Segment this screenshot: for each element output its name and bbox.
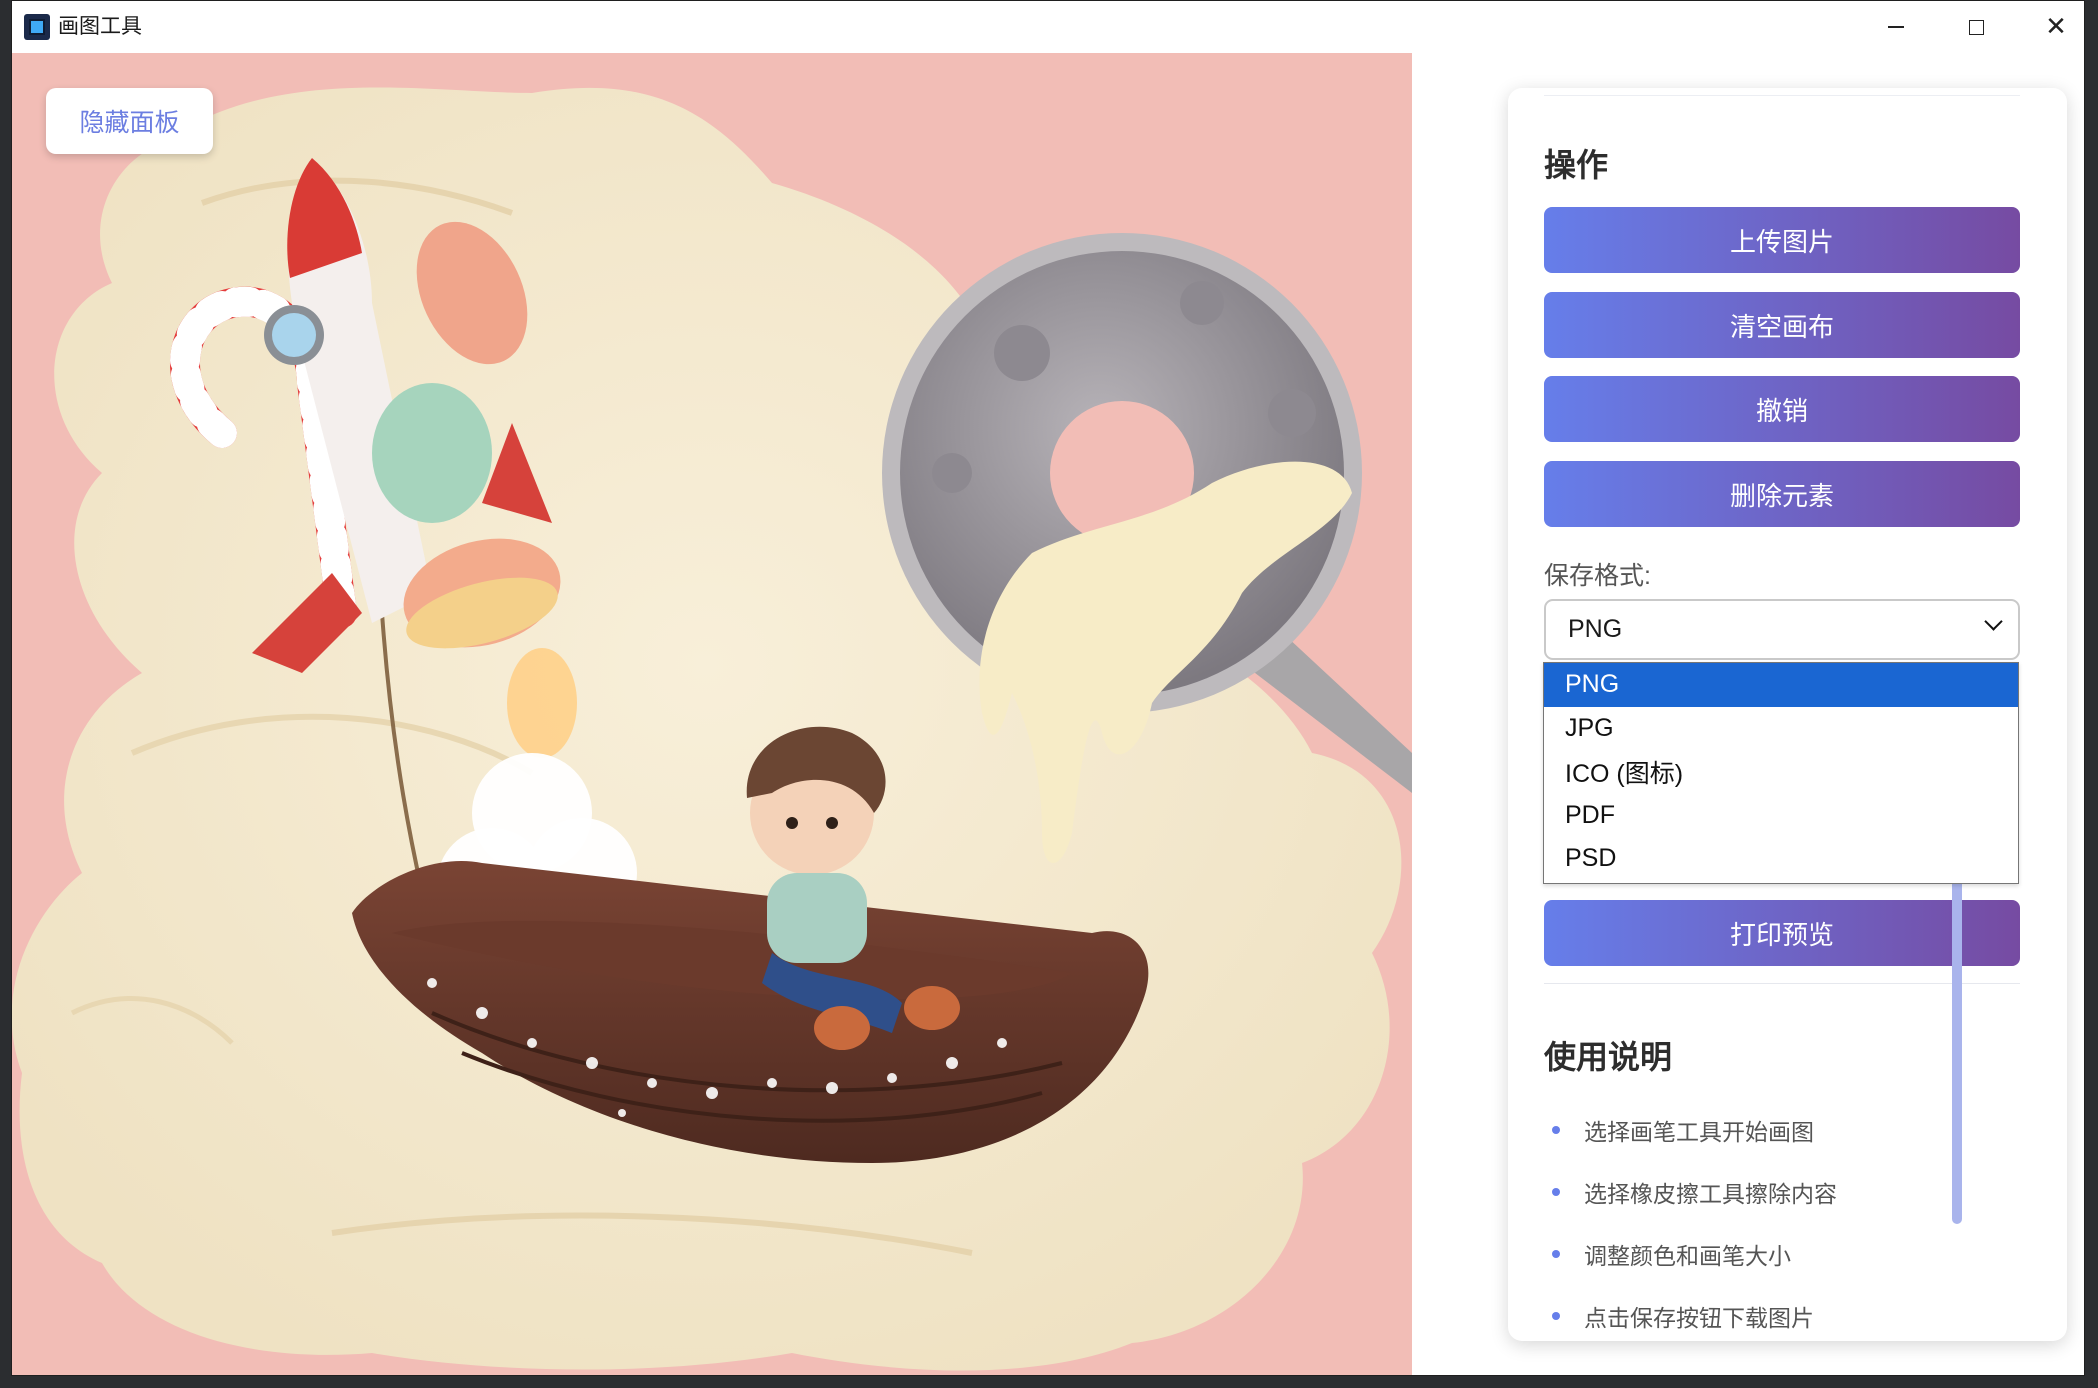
minimize-button[interactable] [1856, 1, 1936, 53]
help-item: 点击保存按钮下载图片 [1544, 1300, 1814, 1332]
help-item-text: 点击保存按钮下载图片 [1584, 1305, 1814, 1331]
close-button[interactable]: ✕ [2016, 1, 2084, 53]
format-option-png[interactable]: PNG [1544, 663, 2018, 707]
background-editor-right [2085, 0, 2098, 1388]
app-window: 画图工具 ✕ 隐藏面板 操作 上传图片 清空画布 撤销 删除元素 保存格式: P… [11, 0, 2085, 1376]
close-icon: ✕ [2045, 12, 2067, 42]
minimize-icon [1888, 26, 1904, 28]
help-item-text: 选择橡皮擦工具擦除内容 [1584, 1181, 1837, 1207]
delete-element-button[interactable]: 删除元素 [1544, 461, 2020, 527]
maximize-icon [1968, 19, 1984, 35]
bullet-icon [1552, 1312, 1560, 1320]
clear-canvas-button[interactable]: 清空画布 [1544, 292, 2020, 358]
upload-image-button[interactable]: 上传图片 [1544, 207, 2020, 273]
canvas-image [12, 53, 1412, 1375]
panel-top-divider [1544, 95, 2020, 96]
format-option-jpg[interactable]: JPG [1544, 707, 2018, 751]
format-option-ico[interactable]: ICO (图标) [1544, 750, 2018, 794]
help-item: 选择橡皮擦工具擦除内容 [1544, 1176, 1837, 1208]
maximize-button[interactable] [1936, 1, 2016, 53]
hide-panel-button[interactable]: 隐藏面板 [46, 88, 213, 154]
undo-button[interactable]: 撤销 [1544, 376, 2020, 442]
help-item: 选择画笔工具开始画图 [1544, 1114, 1814, 1146]
chevron-down-icon [1984, 612, 2003, 631]
background-editor-left [0, 0, 11, 1388]
background-status-bar [0, 1376, 2098, 1388]
format-option-pdf[interactable]: PDF [1544, 794, 2018, 838]
title-bar: 画图工具 ✕ [12, 1, 2084, 53]
save-format-dropdown: PNG JPG ICO (图标) PDF PSD [1543, 662, 2019, 884]
help-title: 使用说明 [1544, 1039, 1673, 1075]
window-title: 画图工具 [58, 15, 142, 38]
save-format-select[interactable]: PNG [1544, 599, 2020, 660]
app-icon [24, 14, 50, 40]
help-item-text: 选择画笔工具开始画图 [1584, 1119, 1814, 1145]
bullet-icon [1552, 1188, 1560, 1196]
bullet-icon [1552, 1250, 1560, 1258]
format-option-psd[interactable]: PSD [1544, 837, 2018, 881]
help-item: 调整颜色和画笔大小 [1544, 1238, 1791, 1270]
bullet-icon [1552, 1126, 1560, 1134]
drawing-canvas[interactable]: 隐藏面板 [12, 53, 1412, 1375]
help-item-text: 调整颜色和画笔大小 [1584, 1243, 1791, 1269]
section-divider [1544, 983, 2020, 984]
operations-title: 操作 [1544, 147, 1609, 183]
save-format-value: PNG [1568, 615, 1623, 643]
print-preview-button[interactable]: 打印预览 [1544, 900, 2020, 966]
save-format-label: 保存格式: [1544, 562, 1651, 590]
